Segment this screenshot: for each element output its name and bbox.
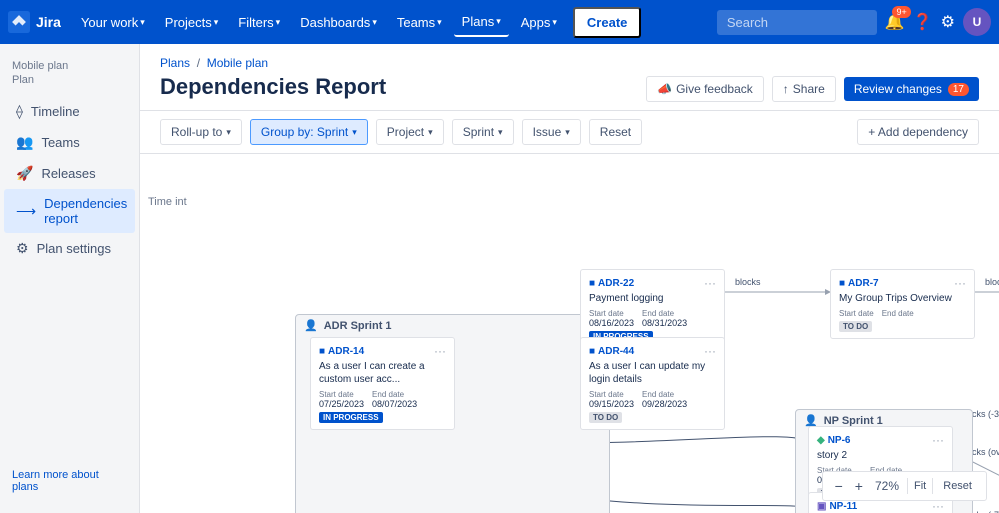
chevron-icon: ▾ xyxy=(552,17,557,28)
zoom-in-button[interactable]: + xyxy=(851,476,867,496)
card-adr-44[interactable]: ■ ADR-44 ··· As a user I can update my l… xyxy=(580,337,725,430)
card-title: story 2 xyxy=(817,449,944,462)
nav-teams[interactable]: Teams ▾ xyxy=(389,9,450,36)
notifications-icon[interactable]: 🔔 9+ xyxy=(885,12,905,32)
status-badge: TO DO xyxy=(839,321,872,332)
status-badge: IN PROGRESS xyxy=(319,412,383,423)
header-actions-area: 📣 Give feedback ↑ Share Review changes 1… xyxy=(646,76,979,102)
sidebar-plan-sub: Plan xyxy=(0,74,139,96)
sidebar-plan-title: Mobile plan xyxy=(0,56,139,74)
people-icon: 👤 xyxy=(304,319,318,332)
breadcrumb-plans[interactable]: Plans xyxy=(160,56,190,70)
learn-more-link[interactable]: Learn more about plans xyxy=(0,461,139,501)
card-title: My Group Trips Overview xyxy=(839,292,966,305)
logo-text: Jira xyxy=(36,14,61,30)
card-adr-7[interactable]: ■ ADR-7 ··· My Group Trips Overview Star… xyxy=(830,269,975,339)
conn-label-blocks-1: blocks xyxy=(735,277,761,287)
nav-apps[interactable]: Apps ▾ xyxy=(513,9,565,36)
chevron-icon: ▾ xyxy=(226,127,231,138)
content-header: Plans / Mobile plan Dependencies Report … xyxy=(140,44,999,111)
header-title-area: Plans / Mobile plan Dependencies Report xyxy=(160,56,646,110)
help-icon[interactable]: ❓ xyxy=(913,12,933,32)
card-title: As a user I can update my login details xyxy=(589,360,716,386)
canvas-inner: Time int xyxy=(140,154,999,513)
zoom-reset-button[interactable]: Reset xyxy=(937,478,978,494)
releases-icon: 🚀 xyxy=(16,165,33,182)
sprint-group-label-adr-1: 👤 ADR Sprint 1 xyxy=(296,315,609,336)
chevron-icon: ▾ xyxy=(352,127,357,138)
zoom-out-button[interactable]: − xyxy=(831,476,847,496)
notification-badge: 9+ xyxy=(892,6,910,18)
nav-your-work[interactable]: Your work ▾ xyxy=(73,9,153,36)
sidebar-item-releases[interactable]: 🚀 Releases xyxy=(4,158,135,189)
nav-dashboards[interactable]: Dashboards ▾ xyxy=(292,9,385,36)
fit-button[interactable]: Fit xyxy=(907,478,933,494)
chevron-icon: ▾ xyxy=(498,127,503,138)
plan-settings-icon: ⚙ xyxy=(16,240,29,257)
teams-icon: 👥 xyxy=(16,134,33,151)
card-title: Payment logging xyxy=(589,292,716,305)
chevron-icon: ▾ xyxy=(565,127,570,138)
card-menu-icon[interactable]: ··· xyxy=(932,499,944,513)
nav-projects[interactable]: Projects ▾ xyxy=(157,9,227,36)
sprint-filter-button[interactable]: Sprint ▾ xyxy=(452,119,514,145)
chevron-icon: ▾ xyxy=(437,17,442,28)
chevron-icon: ▾ xyxy=(372,17,377,28)
breadcrumb: Plans / Mobile plan xyxy=(160,56,646,70)
sidebar-item-settings[interactable]: ⚙ Plan settings xyxy=(4,233,135,264)
status-badge: TO DO xyxy=(589,412,622,423)
sidebar: Mobile plan Plan ⟠ Timeline 👥 Teams 🚀 Re… xyxy=(0,44,140,513)
add-dependency-button[interactable]: + Add dependency xyxy=(857,119,979,145)
feedback-button[interactable]: 📣 Give feedback xyxy=(646,76,764,102)
card-title: As a user I can create a custom user acc… xyxy=(319,360,446,386)
nav-right: 🔔 9+ ❓ ⚙ U xyxy=(717,8,991,36)
timeline-icon: ⟠ xyxy=(16,103,23,120)
chevron-icon: ▾ xyxy=(276,17,281,28)
zoom-percent: 72% xyxy=(871,479,903,493)
review-changes-button[interactable]: Review changes 17 xyxy=(844,77,979,101)
nav-logo[interactable]: Jira xyxy=(8,11,61,33)
page-title: Dependencies Report xyxy=(160,74,646,100)
toolbar: Roll-up to ▾ Group by: Sprint ▾ Project … xyxy=(140,111,999,154)
share-button[interactable]: ↑ Share xyxy=(772,76,836,102)
rollup-button[interactable]: Roll-up to ▾ xyxy=(160,119,242,145)
chevron-icon: ▾ xyxy=(214,17,219,28)
sidebar-item-teams[interactable]: 👥 Teams xyxy=(4,127,135,158)
chevron-icon: ▾ xyxy=(496,16,501,27)
sidebar-item-timeline[interactable]: ⟠ Timeline xyxy=(4,96,135,127)
chevron-icon: ▾ xyxy=(140,17,145,28)
dependencies-icon: ⟶ xyxy=(16,203,36,220)
issue-filter-button[interactable]: Issue ▾ xyxy=(522,119,581,145)
review-badge: 17 xyxy=(948,83,969,96)
card-adr-14[interactable]: ■ ADR-14 ··· As a user I can create a cu… xyxy=(310,337,455,430)
nav-filters[interactable]: Filters ▾ xyxy=(230,9,288,36)
card-menu-icon[interactable]: ··· xyxy=(434,344,446,358)
create-button[interactable]: Create xyxy=(573,7,641,38)
avatar[interactable]: U xyxy=(963,8,991,36)
conn-label-blocks-2: blocks xyxy=(985,277,999,287)
canvas[interactable]: Time int xyxy=(140,154,999,513)
share-icon: ↑ xyxy=(783,82,789,96)
group-by-button[interactable]: Group by: Sprint ▾ xyxy=(250,119,368,145)
card-menu-icon[interactable]: ··· xyxy=(704,276,716,290)
card-menu-icon[interactable]: ··· xyxy=(932,433,944,447)
top-nav: Jira Your work ▾ Projects ▾ Filters ▾ Da… xyxy=(0,0,999,44)
settings-icon[interactable]: ⚙ xyxy=(941,12,955,32)
search-input[interactable] xyxy=(717,10,877,35)
nav-plans[interactable]: Plans ▾ xyxy=(454,8,509,37)
card-menu-icon[interactable]: ··· xyxy=(954,276,966,290)
chevron-icon: ▾ xyxy=(428,127,433,138)
breadcrumb-mobile[interactable]: Mobile plan xyxy=(207,56,268,70)
zoom-controls: − + 72% Fit Reset xyxy=(822,471,987,501)
reset-toolbar-button[interactable]: Reset xyxy=(589,119,642,145)
project-filter-button[interactable]: Project ▾ xyxy=(376,119,444,145)
card-menu-icon[interactable]: ··· xyxy=(704,344,716,358)
megaphone-icon: 📣 xyxy=(657,82,672,96)
sidebar-item-dependencies[interactable]: ⟶ Dependencies report xyxy=(4,189,135,233)
time-int-label: Time int xyxy=(144,194,191,210)
main-content: Plans / Mobile plan Dependencies Report … xyxy=(140,44,999,513)
